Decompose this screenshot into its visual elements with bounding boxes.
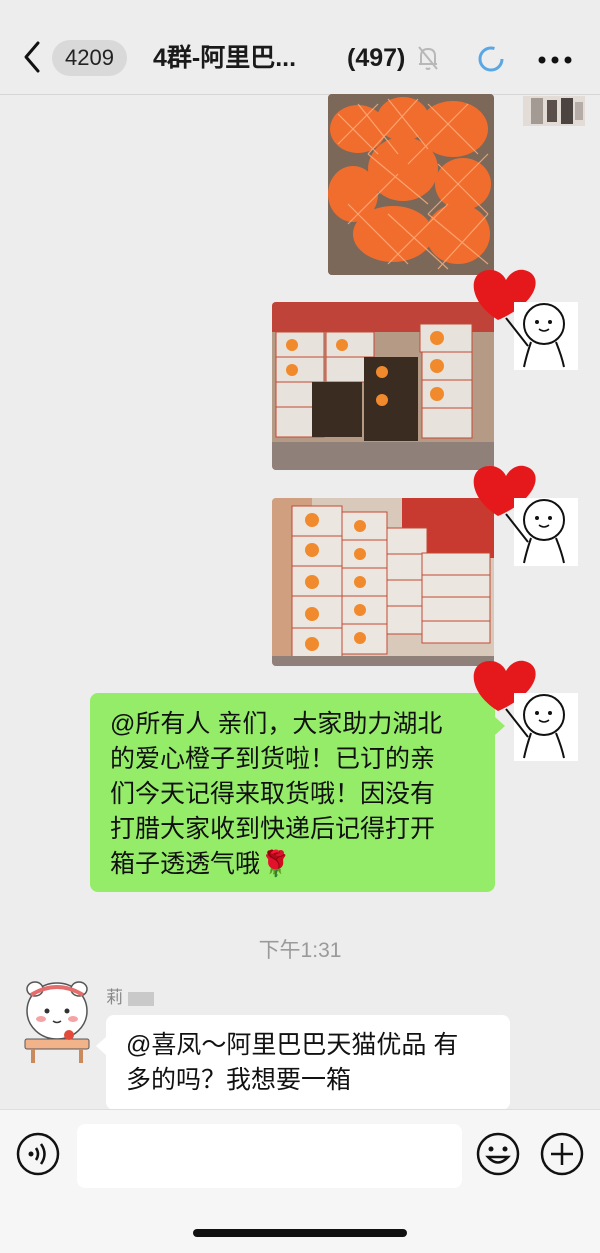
home-indicator[interactable] (193, 1229, 407, 1237)
message-line: @喜凤～阿里巴巴天猫优品 有 (126, 1031, 459, 1059)
image-message[interactable] (328, 94, 494, 275)
message-line: @所有人 亲们，大家助力湖北 (110, 710, 443, 738)
avatar[interactable] (523, 96, 585, 126)
orange-boxes-photo (272, 302, 494, 470)
chat-title[interactable]: 4群-阿里巴... (153, 40, 296, 76)
back-arrow-icon[interactable] (22, 40, 42, 74)
oranges-photo (328, 94, 494, 275)
orange-boxes-photo (272, 498, 494, 666)
voice-input-icon[interactable] (16, 1132, 60, 1176)
more-options-icon[interactable] (538, 56, 572, 64)
sender-name-text: 莉 (106, 988, 123, 1007)
message-input[interactable] (77, 1124, 462, 1188)
avatar[interactable] (466, 653, 582, 763)
loading-spinner-icon (478, 46, 504, 72)
cartoon-avatar[interactable] (17, 975, 97, 1067)
message-line: 打腊大家收到快递后记得打开 (110, 815, 436, 843)
plus-icon[interactable] (540, 1132, 584, 1176)
message-timestamp: 下午1:31 (258, 939, 342, 962)
member-count: (497) (347, 44, 406, 72)
message-line: 的爱心橙子到货啦！已订的亲 (110, 745, 436, 773)
unread-count-badge[interactable]: 4209 (52, 40, 127, 76)
chat-header: 4209 4群-阿里巴... (497) (0, 0, 600, 95)
image-message[interactable] (272, 302, 494, 470)
emoji-icon[interactable] (476, 1132, 520, 1176)
message-line: 们今天记得来取货哦！因没有 (110, 780, 436, 808)
chat-input-bar (0, 1109, 600, 1253)
sender-name: 莉 (106, 983, 154, 1008)
image-message[interactable] (272, 498, 494, 666)
incoming-message-bubble[interactable]: @喜凤～阿里巴巴天猫优品 有 多的吗？我想要一箱 (96, 1015, 510, 1110)
mute-bell-icon (418, 46, 438, 70)
message-line: 箱子透透气哦🌹 (110, 850, 292, 878)
heart-sticker-avatar (473, 465, 578, 566)
own-message-bubble[interactable]: @所有人 亲们，大家助力湖北 的爱心橙子到货啦！已订的亲 们今天记得来取货哦！因… (90, 693, 505, 892)
message-line: 多的吗？我想要一箱 (126, 1066, 352, 1094)
blurred-avatar-image (523, 96, 585, 126)
redacted-name-block (127, 991, 154, 1006)
heart-sticker-avatar (473, 269, 578, 370)
avatar[interactable] (466, 262, 582, 372)
heart-sticker-avatar (473, 660, 578, 761)
avatar[interactable] (466, 458, 582, 568)
